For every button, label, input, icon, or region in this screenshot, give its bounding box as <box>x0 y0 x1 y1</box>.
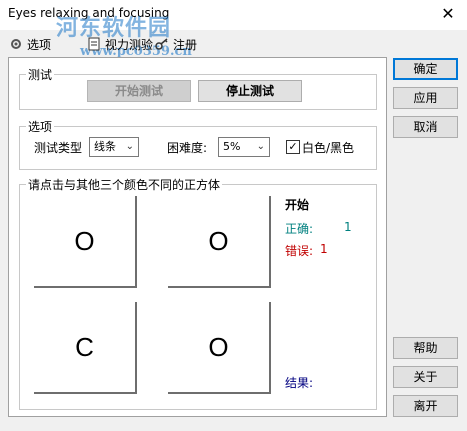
tab-vision-test-label: 视力测验 <box>105 37 154 52</box>
test-type-value: 线条 <box>94 140 116 153</box>
close-button[interactable]: ✕ <box>437 2 459 26</box>
test-type-select[interactable]: 线条 ⌄ <box>89 137 139 157</box>
square-3[interactable]: C <box>34 302 137 394</box>
help-button[interactable]: 帮助 <box>393 337 458 359</box>
bw-label: 白色/黑色 <box>302 141 355 155</box>
stop-test-button[interactable]: 停止测试 <box>198 80 302 102</box>
options-panel: 测试 开始测试 停止测试 选项 测试类型 线条 ⌄ 困难度: 5% ⌄ ✓ 白色… <box>8 57 387 417</box>
gear-icon <box>9 37 23 51</box>
tab-options-label: 选项 <box>27 37 52 52</box>
apply-button[interactable]: 应用 <box>393 87 458 109</box>
wrong-label: 错误: <box>285 244 314 258</box>
chevron-down-icon: ⌄ <box>125 141 134 152</box>
chevron-down-icon: ⌄ <box>256 141 265 152</box>
tab-register[interactable]: 注册 <box>155 34 197 54</box>
difficulty-value: 5% <box>223 140 241 153</box>
result-label: 结果: <box>285 376 314 390</box>
status-heading: 开始 <box>285 198 310 212</box>
title-bar: Eyes relaxing and focusing 河东软件园 www.pc0… <box>0 0 467 59</box>
key-icon <box>155 37 169 51</box>
correct-value: 1 <box>344 220 352 234</box>
exit-button[interactable]: 离开 <box>393 395 458 417</box>
tab-vision-test[interactable]: 视力测验 <box>87 34 153 54</box>
test-group-legend: 测试 <box>28 68 53 82</box>
square-2[interactable]: O <box>168 196 271 288</box>
square-4[interactable]: O <box>168 302 271 394</box>
grid-group-legend: 请点击与其他三个颜色不同的正方体 <box>28 178 221 192</box>
options-group-legend: 选项 <box>28 120 53 134</box>
tab-register-label: 注册 <box>173 37 198 52</box>
document-icon <box>87 37 101 51</box>
difficulty-label: 困难度: <box>167 141 208 155</box>
test-type-label: 测试类型 <box>34 141 83 155</box>
cancel-button[interactable]: 取消 <box>393 116 458 138</box>
square-1[interactable]: O <box>34 196 137 288</box>
tab-options[interactable]: 选项 <box>9 34 51 54</box>
bw-checkbox[interactable]: ✓ <box>286 140 300 154</box>
correct-label: 正确: <box>285 222 314 236</box>
start-test-button[interactable]: 开始测试 <box>87 80 191 102</box>
difficulty-select[interactable]: 5% ⌄ <box>218 137 270 157</box>
ok-button[interactable]: 确定 <box>393 58 458 80</box>
wrong-value: 1 <box>320 242 328 256</box>
about-button[interactable]: 关于 <box>393 366 458 388</box>
